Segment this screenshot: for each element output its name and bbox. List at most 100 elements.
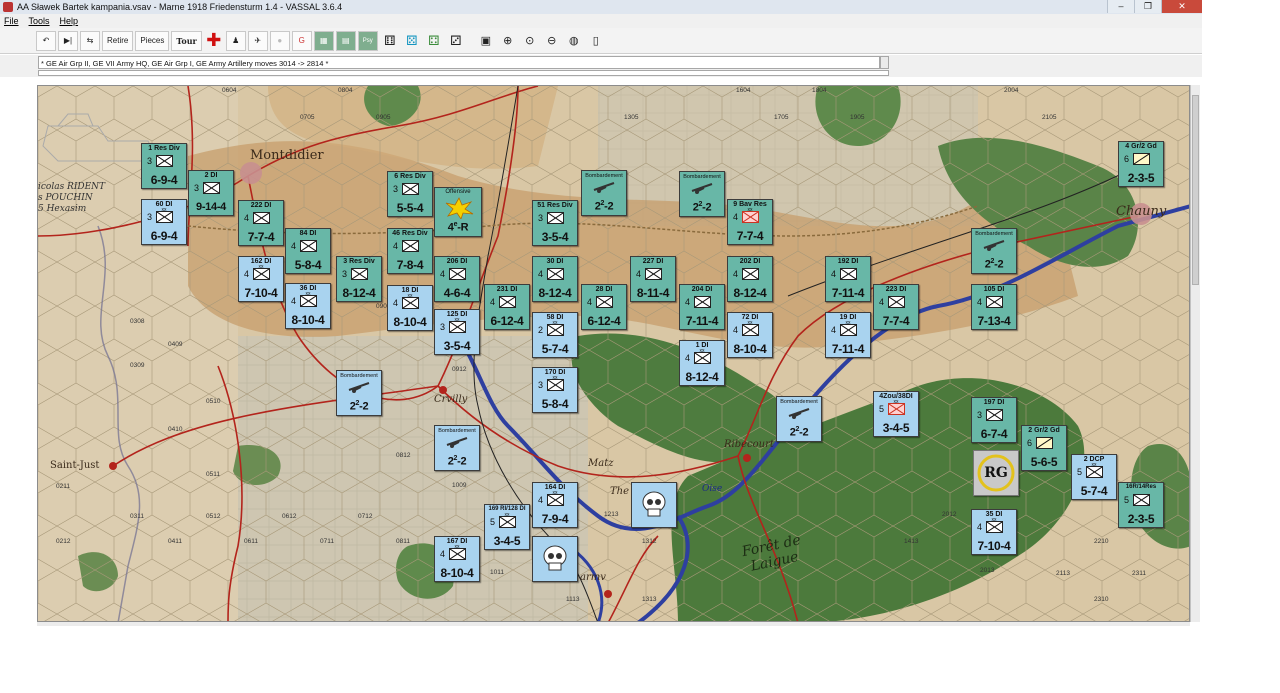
disabled-button[interactable]: ● [269,30,290,51]
unit-counter[interactable]: 3 Res Div 3 8-12-4 [336,256,382,302]
rg-marker[interactable]: RG [973,450,1019,496]
unit-counter[interactable]: 35 DI xx 4 7-10-4 [971,509,1017,555]
pieces-button[interactable]: Pieces [135,30,170,51]
hex-number: 0212 [56,538,71,545]
unit-counter[interactable]: 1 DI xx 4 8-12-4 [679,340,725,386]
bombardement-marker[interactable]: Bombardement 22-2 [679,171,725,217]
unit-counter[interactable]: 30 DI 4 8-12-4 [532,256,578,302]
unit-counter[interactable]: 51 Res Div 3 3-5-4 [532,200,578,246]
hex-number: 0311 [130,513,144,520]
dice-cyan-button[interactable]: ⚄ [402,31,422,51]
unit-counter[interactable]: 60 DI xx 3 6-9-4 [141,199,187,245]
unit-counter[interactable]: 72 DI xx 4 8-10-4 [727,312,773,358]
menu-help[interactable]: Help [60,14,79,28]
bombardement-marker[interactable]: Bombardement 22-2 [971,228,1017,274]
dice-white-button[interactable]: ⚅ [380,31,400,51]
plane-button[interactable]: ✈ [247,30,268,51]
unit-counter[interactable]: 58 DI xx 2 5-7-4 [532,312,578,358]
unit-counter[interactable]: 202 DI 4 8-12-4 [727,256,773,302]
credit-line: s POUCHIN [38,193,93,203]
map-button[interactable]: ▦ [313,30,334,51]
skull-marker[interactable] [532,536,578,582]
unit-counter[interactable]: 2 DCP xx 5 5-7-4 [1071,454,1117,500]
bombardement-marker[interactable]: Bombardement 22-2 [336,370,382,416]
unit-counter[interactable]: 197 DI 3 6-7-4 [971,397,1017,443]
infantry-icon [840,324,857,336]
zoom-in-button[interactable]: ⊕ [498,31,518,51]
chat-input[interactable] [38,70,889,76]
infantry-icon [449,321,466,333]
chat-scrollbar[interactable] [880,56,889,69]
gas-button[interactable]: G [291,30,312,51]
unit-counter[interactable]: 18 DI xx 4 8-10-4 [387,285,433,331]
unit-counter[interactable]: 1 Res Div 3 6-9-4 [141,143,187,189]
unit-counter[interactable]: 6 Res Div 3 5-5-4 [387,171,433,217]
unit-counter[interactable]: 162 DI xx 4 7-10-4 [238,256,284,302]
unit-counter[interactable]: 2 DI 3 9-14-4 [188,170,234,216]
red-cross-button[interactable]: ✚ [204,30,224,51]
unit-counter[interactable]: 170 DI xx 3 5-8-4 [532,367,578,413]
unit-counter[interactable]: 4Zou/38DI xx 5 3-4-5 [873,391,919,437]
phone-button[interactable]: ▯ [586,31,606,51]
hex-number: 0711 [320,538,334,545]
dice-green-button[interactable]: ⚃ [424,31,444,51]
map-horizontal-scrollbar[interactable] [37,622,1190,626]
unit-counter[interactable]: 105 DI 4 7-13-4 [971,284,1017,330]
dice-green-icon: ⚃ [428,32,440,48]
unit-counter[interactable]: 4 Gr/2 Gd 6 2-3-5 [1118,141,1164,187]
unit-counter[interactable]: 169 RI/128 DI xx 5 3-4-5 [484,504,530,550]
bombardement-marker[interactable]: Bombardement 22-2 [581,170,627,216]
minimize-button[interactable]: – [1107,0,1134,13]
skull-marker[interactable] [631,482,677,528]
hex-number: 1905 [850,114,865,121]
unit-counter[interactable]: 206 DI 4 4-6-4 [434,256,480,302]
bombardement-marker[interactable]: Bombardement 22-2 [434,425,480,471]
game-map[interactable]: 0604 0705 0804 0905 1305 1604 1705 1804 … [37,85,1190,622]
unit-counter[interactable]: 192 DI 4 7-11-4 [825,256,871,302]
unit-counter[interactable]: 223 DI 4 7-7-4 [873,284,919,330]
globe-button[interactable]: ◍ [564,31,584,51]
unit-counter[interactable]: 164 DI xx 4 7-9-4 [532,482,578,528]
camera-button[interactable]: ▣ [476,31,496,51]
menu-tools[interactable]: Tools [29,14,50,28]
unit-counter[interactable]: 19 DI xx 4 7-11-4 [825,312,871,358]
zoom-select-button[interactable]: ⊙ [520,31,540,51]
undo-button[interactable]: ↶ [36,30,56,51]
bombardement-marker[interactable]: Bombardement 22-2 [776,396,822,442]
unit-counter[interactable]: 84 DI 4 5-8-4 [285,228,331,274]
grid-button[interactable]: ▤ [335,30,356,51]
unit-counter[interactable]: 16R/14Res 5 2-3-5 [1118,482,1164,528]
unit-counter[interactable]: 204 DI 4 7-11-4 [679,284,725,330]
tour-button[interactable]: Tour [171,30,202,51]
unit-counter[interactable]: 2 Gr/2 Gd 6 5-6-5 [1021,425,1067,471]
hex-number: 0411 [168,538,182,545]
zoom-out-button[interactable]: ⊖ [542,31,562,51]
dice-black-button[interactable]: ⚂ [446,31,466,51]
offensive-marker[interactable]: Offensive 4e-R [434,187,482,237]
step-forward-button[interactable]: ▶| [58,30,78,51]
unit-counter[interactable]: 28 DI 4 6-12-4 [581,284,627,330]
unit-counter[interactable]: 125 DI xx 3 3-5-4 [434,309,480,355]
infantry-icon [253,268,270,280]
arrows-button[interactable]: ⇆ [80,30,100,51]
hex-number: 0705 [300,114,315,121]
psy-button[interactable]: Psy [357,30,378,51]
unit-counter[interactable]: 9 Bav Res xx 4 7-7-4 [727,199,773,245]
map-vertical-scrollbar[interactable] [1190,85,1200,622]
menu-file[interactable]: File [4,14,19,28]
unit-counter[interactable]: 222 DI 4 7-7-4 [238,200,284,246]
infantry-icon [888,403,905,415]
soldier-button[interactable]: ♟ [225,30,246,51]
river-label-oise: Oise [702,484,723,494]
unit-counter[interactable]: 46 Res Div 4 7-8-4 [387,228,433,274]
retire-button[interactable]: Retire [102,30,134,51]
unit-counter[interactable]: 231 DI 4 6-12-4 [484,284,530,330]
close-button[interactable]: ✕ [1161,0,1202,13]
maximize-button[interactable]: ❐ [1134,0,1161,13]
scrollbar-thumb[interactable] [1192,95,1199,285]
hex-number: 1113 [566,596,580,603]
unit-counter[interactable]: 167 DI xx 4 8-10-4 [434,536,480,582]
unit-counter[interactable]: 227 DI 4 8-11-4 [630,256,676,302]
unit-counter[interactable]: 36 DI xx 4 8-10-4 [285,283,331,329]
hex-number: 2310 [1094,596,1109,603]
